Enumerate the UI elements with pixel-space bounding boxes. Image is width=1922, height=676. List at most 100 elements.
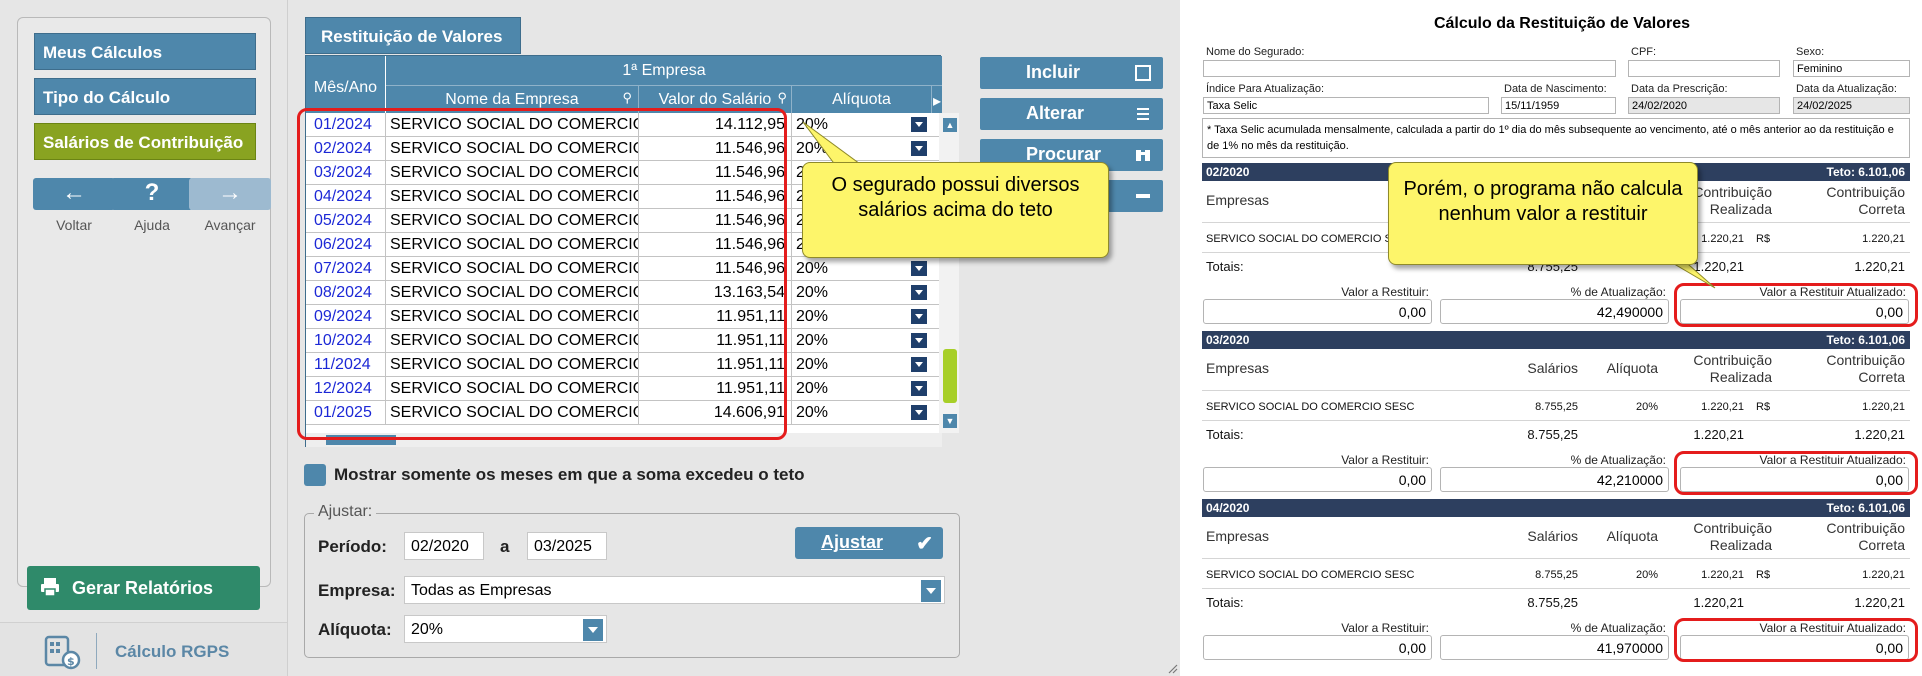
totals-made: 1.220,21: [1693, 595, 1744, 610]
chevron-down-icon[interactable]: [911, 333, 927, 348]
prescription-field: 24/02/2020: [1628, 97, 1780, 114]
company-name: SERVICO SOCIAL DO COMERCIO SESC: [1206, 569, 1415, 581]
totals-correct: 1.220,21: [1854, 595, 1905, 610]
col-header-month[interactable]: Mês/Ano: [306, 56, 386, 113]
printer-icon: [41, 578, 59, 597]
group-header-company: 1ª Empresa: [386, 56, 942, 86]
chevron-down-icon[interactable]: [583, 619, 603, 641]
square-icon: [1135, 65, 1151, 81]
empresa-label: Empresa:: [318, 581, 396, 600]
company-name: SERVICO SOCIAL DO COMERCIO SESC: [1206, 401, 1415, 413]
search-icon[interactable]: ⚲: [622, 90, 632, 106]
company-salary: 8.755,25: [1535, 401, 1578, 413]
scroll-right-header-icon[interactable]: ▸: [932, 86, 942, 113]
scroll-up-icon[interactable]: ▲: [943, 118, 957, 132]
scroll-thumb[interactable]: [943, 349, 957, 403]
col-header-rate[interactable]: Alíquota: [792, 86, 932, 113]
birth-field: 15/11/1959: [1501, 97, 1616, 114]
section-month: 02/2020: [1206, 165, 1250, 179]
svg-text:$: $: [67, 655, 75, 668]
periodo-to-input[interactable]: 03/2025: [527, 532, 607, 560]
insured-label: Nome do Segurado:: [1206, 46, 1305, 58]
refund-label: Valor a Restituir:: [1341, 621, 1429, 635]
totals-correct: 1.220,21: [1854, 427, 1905, 442]
index-label: Índice Para Atualização:: [1206, 83, 1325, 95]
chevron-down-icon[interactable]: [911, 141, 927, 156]
chevron-down-icon[interactable]: [911, 405, 927, 420]
scroll-down-icon[interactable]: ▼: [943, 414, 957, 428]
aliquota-label: Alíquota:: [318, 620, 392, 639]
chevron-down-icon[interactable]: [921, 580, 941, 602]
highlight-salaries-box: [297, 108, 787, 440]
periodo-from-input[interactable]: 02/2020: [404, 532, 484, 560]
empresa-select[interactable]: Todas as Empresas: [404, 576, 945, 604]
resize-grip-icon[interactable]: [1166, 662, 1178, 674]
gerar-relatorios-button[interactable]: Gerar Relatórios: [27, 566, 260, 610]
sidebar-panel: Meus Cálculos Tipo do Cálculo Salários d…: [17, 17, 271, 587]
highlight-refund-2: [1674, 451, 1918, 495]
header-salaries: Salários: [1527, 360, 1578, 376]
empresa-select-value: Todas as Empresas: [411, 582, 552, 599]
tab-restituicao-de-valores[interactable]: Restituição de Valores: [305, 17, 521, 54]
update-pct-label: % de Atualização:: [1570, 621, 1666, 635]
forward-button[interactable]: →: [189, 178, 271, 210]
procurar-label: Procurar: [1026, 144, 1102, 164]
list-edit-icon: [1137, 108, 1149, 120]
chevron-down-icon[interactable]: [911, 261, 927, 276]
col-header-salary-label: Valor do Salário: [658, 91, 772, 108]
chevron-down-icon[interactable]: [911, 285, 927, 300]
sidebar-item-meus-calculos[interactable]: Meus Cálculos: [34, 33, 256, 70]
currency-symbol: R$: [1756, 401, 1771, 413]
update-pct-label: % de Atualização:: [1570, 453, 1666, 467]
help-label: Ajuda: [134, 217, 170, 233]
contrib-correct-value: 1.220,21: [1862, 569, 1905, 581]
company-rate: 20%: [1635, 401, 1658, 413]
divider: [1202, 558, 1910, 559]
incluir-button[interactable]: Incluir: [980, 57, 1163, 89]
company-rate: 20%: [1635, 569, 1658, 581]
currency-symbol: R$: [1756, 233, 1771, 245]
ajustar-legend: Ajustar:: [314, 503, 377, 521]
mostrar-meses-label: Mostrar somente os meses em que a soma e…: [334, 465, 805, 484]
sex-label: Sexo:: [1796, 46, 1825, 58]
header-salaries: Salários: [1527, 528, 1578, 544]
logo-area: $ Cálculo RGPS: [0, 622, 287, 676]
aliquota-select[interactable]: 20%: [404, 615, 607, 643]
search-icon[interactable]: ⚲: [777, 90, 787, 106]
help-button[interactable]: ?: [111, 178, 193, 210]
refund-field: 0,00: [1203, 467, 1432, 492]
arrow-left-icon: ←: [62, 179, 86, 206]
update-pct-field: 41,970000: [1440, 635, 1669, 660]
header-rate: Alíquota: [1606, 360, 1658, 376]
sidebar-item-tipo-do-calculo[interactable]: Tipo do Cálculo: [34, 78, 256, 115]
totals-label: Totais:: [1206, 427, 1244, 442]
callout-no-refund: Porém, o programa não calcula nenhum val…: [1388, 162, 1698, 265]
contrib-correct-value: 1.220,21: [1862, 233, 1905, 245]
header-companies: Empresas: [1206, 360, 1270, 376]
chevron-down-icon[interactable]: [911, 309, 927, 324]
chevron-down-icon[interactable]: [911, 381, 927, 396]
header-rate: Alíquota: [1606, 528, 1658, 544]
question-icon: ?: [144, 179, 160, 206]
update-date-field: 24/02/2025: [1793, 97, 1910, 114]
header-contrib-correct: Contribuição Correta: [1826, 352, 1905, 385]
forward-label: Avançar: [204, 217, 256, 233]
update-pct-field: 42,490000: [1440, 299, 1669, 324]
chevron-down-icon[interactable]: [911, 117, 927, 132]
mostrar-meses-checkbox[interactable]: [304, 464, 326, 486]
ajustar-button[interactable]: Ajustar ✔: [795, 527, 943, 559]
totals-correct: 1.220,21: [1854, 259, 1905, 274]
section-bar: 04/2020 Teto: 6.101,06: [1202, 499, 1910, 517]
gerar-relatorios-label: Gerar Relatórios: [72, 578, 214, 598]
divider: [1202, 588, 1910, 589]
back-button[interactable]: ←: [33, 178, 115, 210]
alterar-button[interactable]: Alterar: [980, 98, 1163, 130]
sidebar-item-salarios-de-contribuicao[interactable]: Salários de Contribuição: [34, 123, 256, 160]
header-companies: Empresas: [1206, 528, 1270, 544]
section-teto: Teto: 6.101,06: [1826, 501, 1905, 515]
chevron-down-icon[interactable]: [911, 357, 927, 372]
periodo-label: Período:: [318, 537, 387, 556]
alterar-label: Alterar: [1026, 103, 1085, 123]
refund-field: 0,00: [1203, 635, 1432, 660]
contrib-correct-value: 1.220,21: [1862, 401, 1905, 413]
